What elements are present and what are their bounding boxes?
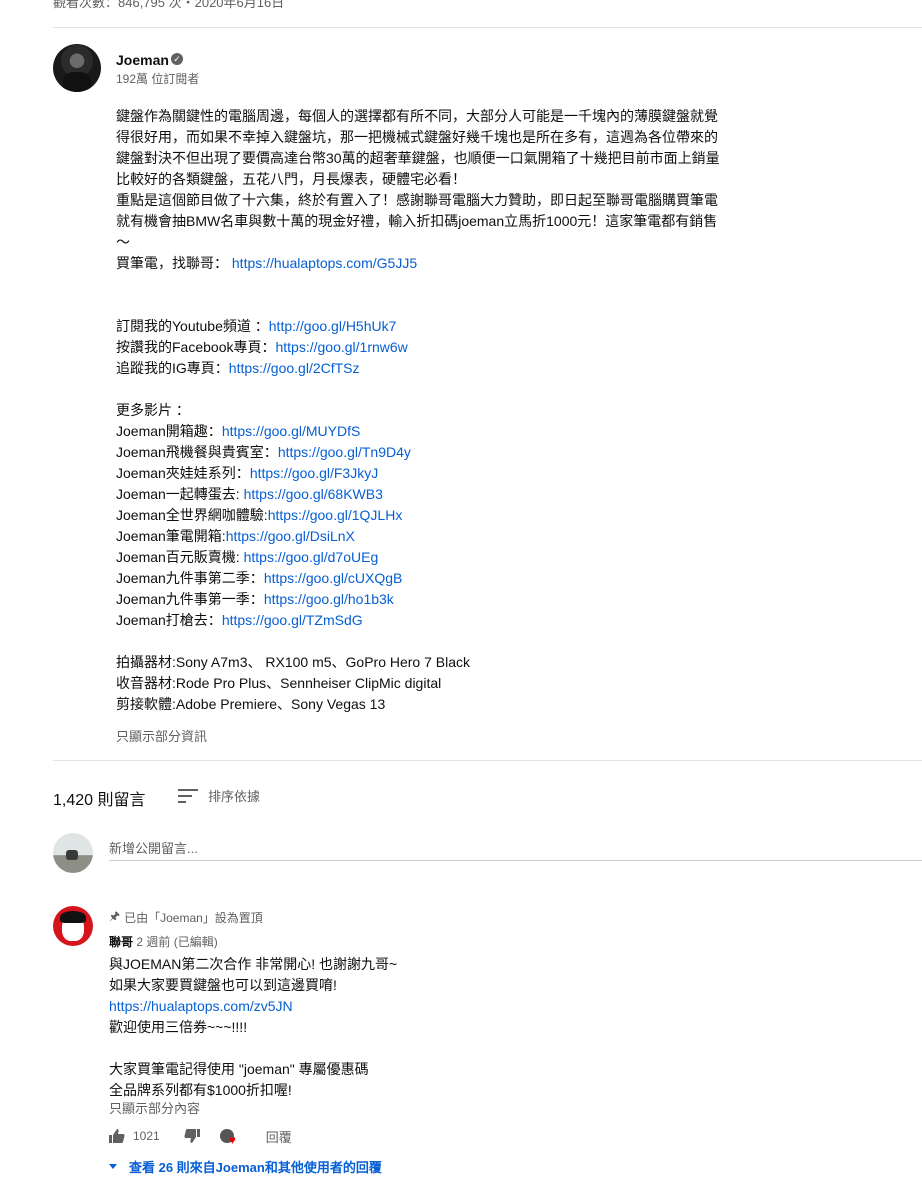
buy-line: 買筆電，找聯哥： https://hualaptops.com/G5JJ5 [116, 253, 726, 274]
like-count: 1021 [133, 1129, 160, 1143]
comment-line: 大家買筆電記得使用 "joeman" 專屬優惠碼 [109, 1061, 369, 1077]
show-less-button[interactable]: 只顯示部分資訊 [116, 726, 207, 745]
comment-line: 歡迎使用三倍券~~~!!!! [109, 1019, 248, 1035]
sort-button[interactable]: 排序依據 [178, 786, 260, 805]
view-replies-label: 查看 26 則來自Joeman和其他使用者的回覆 [129, 1160, 382, 1175]
divider [53, 27, 922, 28]
video-list-item: Joeman飛機餐與貴賓室：https://goo.gl/Tn9D4y [116, 442, 726, 463]
buy-label: 買筆電，找聯哥： [116, 255, 228, 271]
video-label: Joeman開箱趣： [116, 423, 222, 439]
description-paragraph: 鍵盤作為關鍵性的電腦周邊，每個人的選擇都有所不同，大部分人可能是一千塊內的薄膜鍵… [116, 108, 720, 187]
description-paragraph: 重點是這個節目做了十六集，終於有置入了！感謝聯哥電腦大力贊助，即日起至聯哥電腦購… [116, 192, 718, 250]
video-link[interactable]: https://goo.gl/d7oUEg [244, 549, 379, 565]
chevron-down-icon [109, 1164, 117, 1169]
comment-line [109, 1038, 609, 1059]
video-list-item: Joeman九件事第一季：https://goo.gl/ho1b3k [116, 589, 726, 610]
sort-label: 排序依據 [208, 789, 261, 804]
video-label: Joeman打槍去： [116, 612, 222, 628]
video-list-item: Joeman一起轉蛋去: https://goo.gl/68KWB3 [116, 484, 726, 505]
video-list-item: Joeman筆電開箱:https://goo.gl/DsiLnX [116, 526, 726, 547]
video-link[interactable]: https://goo.gl/F3JkyJ [250, 465, 378, 481]
video-link[interactable]: https://goo.gl/TZmSdG [222, 612, 363, 628]
pinned-text: 已由「Joeman」設為置頂 [124, 911, 263, 925]
video-link[interactable]: https://goo.gl/Tn9D4y [278, 444, 411, 460]
video-label: Joeman九件事第一季： [116, 591, 264, 607]
video-link[interactable]: https://goo.gl/ho1b3k [264, 591, 394, 607]
video-views-date: 觀看次數：846,795 次・2020年6月16日 [53, 0, 285, 10]
channel-avatar[interactable] [53, 44, 101, 92]
comment-time[interactable]: 2 週前 (已編輯) [136, 935, 217, 949]
video-list-item: Joeman全世界網咖體驗:https://goo.gl/1QJLHx [116, 505, 726, 526]
video-label: Joeman筆電開箱: [116, 528, 226, 544]
video-list-item: Joeman開箱趣：https://goo.gl/MUYDfS [116, 421, 726, 442]
show-less-comment-button[interactable]: 只顯示部分內容 [109, 1098, 200, 1117]
pin-icon: 🖈 [109, 909, 121, 923]
user-avatar [53, 833, 93, 873]
social-link[interactable]: https://goo.gl/1rnw6w [275, 339, 407, 355]
gear-line: 拍攝器材:Sony A7m3、 RX100 m5、GoPro Hero 7 Bl… [116, 654, 471, 670]
social-label: 按讚我的Facebook專頁： [116, 339, 276, 355]
video-list-item: Joeman九件事第二季：https://goo.gl/cUXQgB [116, 568, 726, 589]
video-label: Joeman九件事第二季： [116, 570, 264, 586]
video-list-item: Joeman百元販賣機: https://goo.gl/d7oUEg [116, 547, 726, 568]
gear-line: 收音器材:Rode Pro Plus、Sennheiser ClipMic di… [116, 675, 442, 691]
video-label: Joeman一起轉蛋去: [116, 486, 244, 502]
dislike-icon[interactable] [184, 1129, 200, 1143]
video-link[interactable]: https://goo.gl/cUXQgB [264, 570, 403, 586]
social-label: 追蹤我的IG專頁： [116, 360, 229, 376]
buy-link[interactable]: https://hualaptops.com/G5JJ5 [232, 255, 417, 271]
comment-count: 1,420 則留言 [53, 792, 146, 809]
comment-author[interactable]: 聯哥 [109, 935, 133, 949]
commenter-avatar[interactable] [53, 906, 93, 946]
video-label: Joeman飛機餐與貴賓室： [116, 444, 278, 460]
reply-button[interactable]: 回覆 [266, 1127, 292, 1146]
divider [53, 760, 922, 761]
view-replies-button[interactable]: 查看 26 則來自Joeman和其他使用者的回覆 [109, 1157, 382, 1176]
verified-check-icon: ✓ [171, 53, 183, 65]
video-label: Joeman全世界網咖體驗: [116, 507, 268, 523]
comment-link[interactable]: https://hualaptops.com/zv5JN [109, 998, 293, 1014]
video-description: 鍵盤作為關鍵性的電腦周邊，每個人的選擇都有所不同，大部分人可能是一千塊內的薄膜鍵… [116, 106, 726, 715]
video-list-item: Joeman夾娃娃系列：https://goo.gl/F3JkyJ [116, 463, 726, 484]
more-videos-title: 更多影片 ： [116, 402, 190, 418]
channel-name[interactable]: Joeman [116, 52, 169, 68]
social-line: 追蹤我的IG專頁：https://goo.gl/2CfTSz [116, 358, 726, 379]
gear-line: 剪接軟體:Adobe Premiere、Sony Vegas 13 [116, 696, 386, 712]
video-label: Joeman百元販賣機: [116, 549, 244, 565]
social-line: 訂閱我的Youtube頻道 ：http://goo.gl/H5hUk7 [116, 316, 726, 337]
video-link[interactable]: https://goo.gl/1QJLHx [268, 507, 403, 523]
add-comment-input[interactable] [109, 836, 922, 861]
video-link[interactable]: https://goo.gl/MUYDfS [222, 423, 361, 439]
video-link[interactable]: https://goo.gl/DsiLnX [226, 528, 355, 544]
pinned-label: 🖈 已由「Joeman」設為置頂 [109, 907, 263, 928]
subscriber-count: 192萬 位訂閱者 [116, 72, 200, 86]
comment-author-line: 聯哥 2 週前 (已編輯) [109, 933, 218, 950]
social-label: 訂閱我的Youtube頻道 ： [116, 318, 269, 334]
creator-heart: ♥ [219, 1127, 242, 1147]
social-link[interactable]: https://goo.gl/2CfTSz [229, 360, 360, 376]
video-link[interactable]: https://goo.gl/68KWB3 [244, 486, 383, 502]
comment-body: 與JOEMAN第二次合作 非常開心! 也謝謝九哥~ 如果大家要買鍵盤也可以到這邊… [109, 954, 609, 1101]
comment-line: 與JOEMAN第二次合作 非常開心! 也謝謝九哥~ [109, 956, 398, 972]
comment-line: 如果大家要買鍵盤也可以到這邊買唷! [109, 977, 337, 993]
like-icon[interactable] [109, 1129, 125, 1143]
video-label: Joeman夾娃娃系列： [116, 465, 250, 481]
sort-icon [178, 788, 198, 803]
social-link[interactable]: http://goo.gl/H5hUk7 [269, 318, 397, 334]
heart-icon: ♥ [228, 1133, 236, 1147]
comment-actions: 1021 ♥ 回覆 [109, 1126, 292, 1146]
video-list-item: Joeman打槍去：https://goo.gl/TZmSdG [116, 610, 726, 631]
social-line: 按讚我的Facebook專頁：https://goo.gl/1rnw6w [116, 337, 726, 358]
